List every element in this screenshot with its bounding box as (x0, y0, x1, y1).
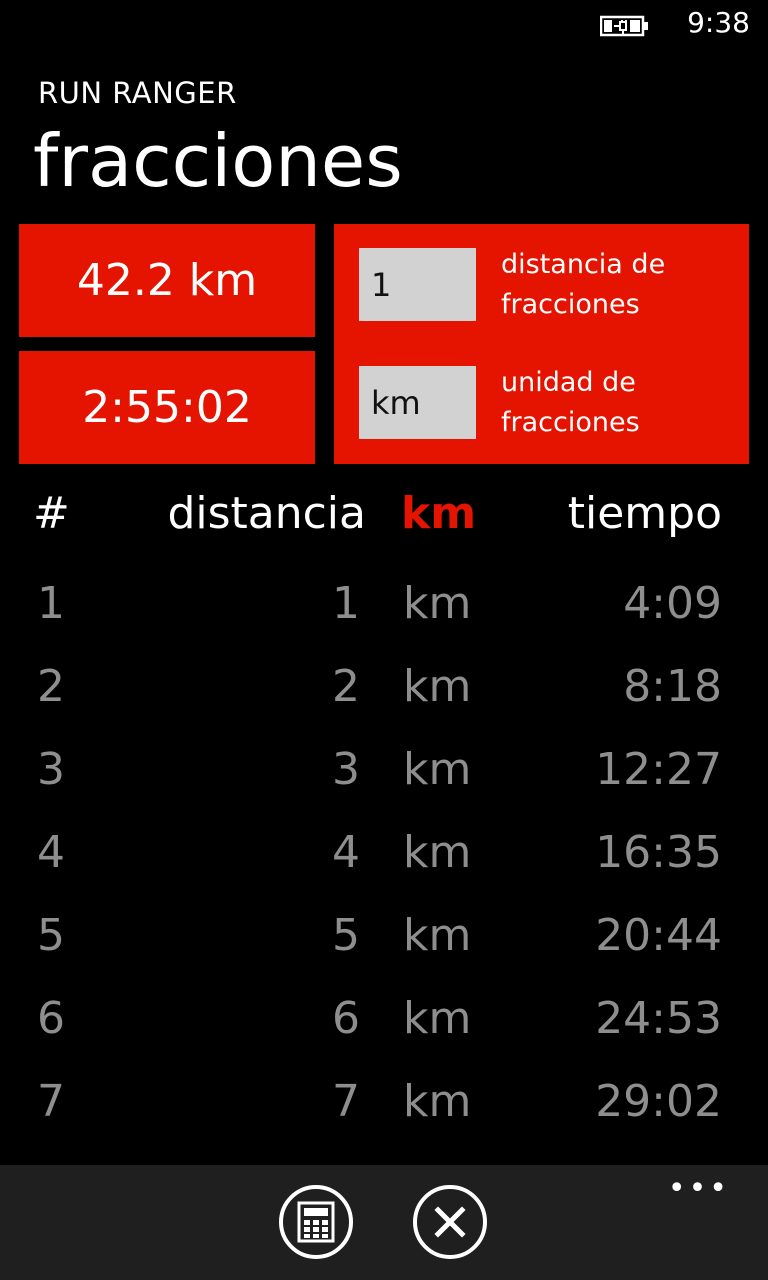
column-header-unit: km (401, 488, 477, 539)
splits-table-header: # distancia km tiempo (0, 488, 768, 548)
split-unit-input[interactable] (359, 366, 476, 439)
split-unit: km (403, 744, 472, 795)
split-row: 2 2 km 8:18 (0, 651, 768, 734)
split-index: 6 (37, 993, 65, 1044)
total-distance-tile: 42.2 km (19, 224, 315, 337)
close-button[interactable] (413, 1185, 487, 1259)
total-time-tile: 2:55:02 (19, 351, 315, 464)
split-unit-label: unidad de fracciones (501, 367, 640, 438)
split-row: 7 7 km 29:02 (0, 1066, 768, 1149)
split-unit: km (403, 1076, 472, 1127)
split-row: 1 1 km 4:09 (0, 568, 768, 651)
split-distance: 3 (332, 744, 360, 795)
split-row: 4 4 km 16:35 (0, 817, 768, 900)
calculate-button[interactable] (279, 1185, 353, 1259)
split-time: 24:53 (595, 993, 722, 1044)
split-row: 5 5 km 20:44 (0, 900, 768, 983)
split-index: 1 (37, 578, 65, 629)
page-title: fracciones (33, 119, 403, 203)
split-distance: 6 (332, 993, 360, 1044)
split-settings-panel: distancia de fracciones unidad de fracci… (334, 224, 749, 464)
split-index: 2 (37, 661, 65, 712)
column-header-distance: distancia (167, 488, 366, 539)
split-distance: 5 (332, 910, 360, 961)
more-options-icon[interactable]: ••• (668, 1174, 730, 1204)
split-time: 16:35 (595, 827, 722, 878)
split-distance: 2 (332, 661, 360, 712)
split-row: 6 6 km 24:53 (0, 983, 768, 1066)
split-time: 29:02 (595, 1076, 722, 1127)
split-distance: 4 (332, 827, 360, 878)
application-bar: ••• (0, 1165, 768, 1280)
calculator-icon (297, 1201, 335, 1243)
app-title: RUN RANGER (38, 76, 237, 110)
split-index: 7 (37, 1076, 65, 1127)
battery-charging-icon (600, 15, 648, 37)
split-unit: km (403, 578, 472, 629)
splits-list[interactable]: 1 1 km 4:09 2 2 km 8:18 3 3 km 12:27 4 4… (0, 568, 768, 1149)
status-clock: 9:38 (687, 6, 750, 39)
split-distance: 7 (332, 1076, 360, 1127)
split-unit: km (403, 993, 472, 1044)
split-index: 3 (37, 744, 65, 795)
column-header-time: tiempo (567, 488, 722, 539)
split-time: 12:27 (595, 744, 722, 795)
split-index: 4 (37, 827, 65, 878)
column-header-index: # (33, 488, 70, 539)
split-unit: km (403, 827, 472, 878)
split-row: 3 3 km 12:27 (0, 734, 768, 817)
split-unit: km (403, 910, 472, 961)
split-distance-label: distancia de fracciones (501, 249, 666, 320)
status-bar: 9:38 (0, 0, 768, 50)
split-unit: km (403, 661, 472, 712)
close-icon (434, 1206, 466, 1238)
split-time: 20:44 (595, 910, 722, 961)
split-distance: 1 (332, 578, 360, 629)
total-time-value: 2:55:02 (82, 382, 252, 433)
split-index: 5 (37, 910, 65, 961)
split-time: 4:09 (623, 578, 722, 629)
split-time: 8:18 (623, 661, 722, 712)
total-distance-value: 42.2 km (76, 255, 258, 306)
split-distance-input[interactable] (359, 248, 476, 321)
